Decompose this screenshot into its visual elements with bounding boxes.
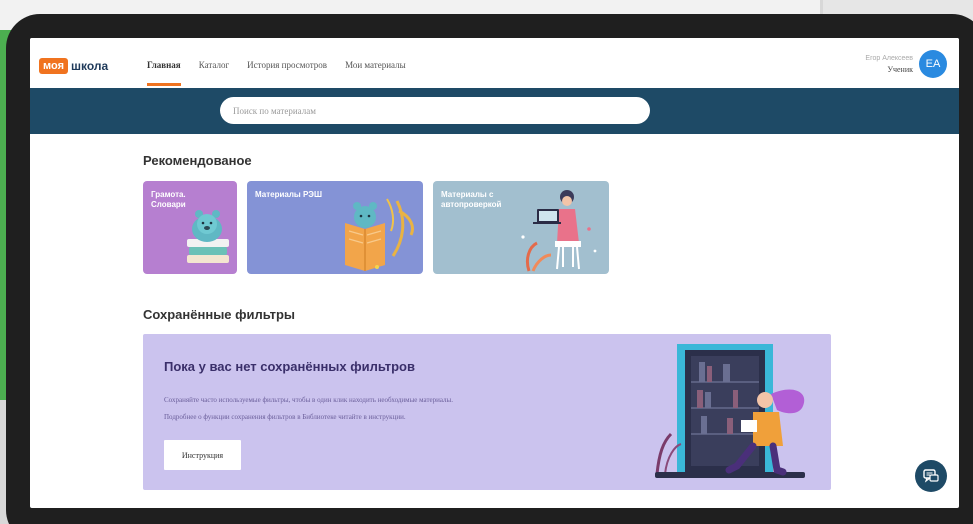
girl-reading-bookshelf-illustration (655, 344, 805, 478)
card-resh[interactable]: Материалы РЭШ (247, 181, 423, 274)
chat-support-icon (923, 469, 939, 483)
app-screen: моя школа Главная Каталог История просмо… (30, 38, 959, 508)
nav-history[interactable]: История просмотров (247, 60, 327, 70)
logo[interactable]: моя школа (39, 58, 108, 74)
saved-filters-empty-panel: Пока у вас нет сохранённых фильтров Сохр… (143, 334, 831, 490)
user-info: Егор Алексеев Ученик (865, 53, 913, 75)
nav-catalog[interactable]: Каталог (199, 60, 229, 70)
card-gramota[interactable]: Грамота. Словари (143, 181, 237, 274)
nav-home[interactable]: Главная (147, 60, 181, 86)
search-input[interactable] (220, 97, 650, 124)
logo-text: школа (71, 59, 109, 73)
empty-state-title: Пока у вас нет сохранённых фильтров (164, 359, 415, 374)
main-nav: Главная Каталог История просмотров Мои м… (147, 60, 406, 86)
top-header: моя школа Главная Каталог История просмо… (30, 38, 959, 88)
empty-state-text-2: Подробнее о функции сохранения фильтров … (164, 413, 406, 421)
saved-filters-title: Сохранённые фильтры (143, 307, 296, 322)
card-autocheck[interactable]: Материалы с автопроверкой (433, 181, 609, 274)
avatar[interactable]: ЕА (919, 50, 947, 78)
empty-state-text-1: Сохраняйте часто используемые фильтры, ч… (164, 396, 453, 404)
bear-with-books-illustration (187, 210, 229, 263)
girl-with-laptop-illustration (521, 190, 597, 272)
recommended-title: Рекомендованое (143, 153, 252, 168)
cat-with-book-illustration (345, 198, 414, 271)
nav-my-materials[interactable]: Мои материалы (345, 60, 406, 70)
user-menu[interactable]: Егор Алексеев Ученик ЕА (865, 50, 947, 78)
support-chat-button[interactable] (915, 460, 947, 492)
search-band (30, 88, 959, 134)
user-name: Егор Алексеев (865, 55, 913, 62)
logo-badge: моя (39, 58, 68, 74)
user-role: Ученик (887, 65, 913, 74)
instruction-button[interactable]: Инструкция (164, 440, 241, 470)
